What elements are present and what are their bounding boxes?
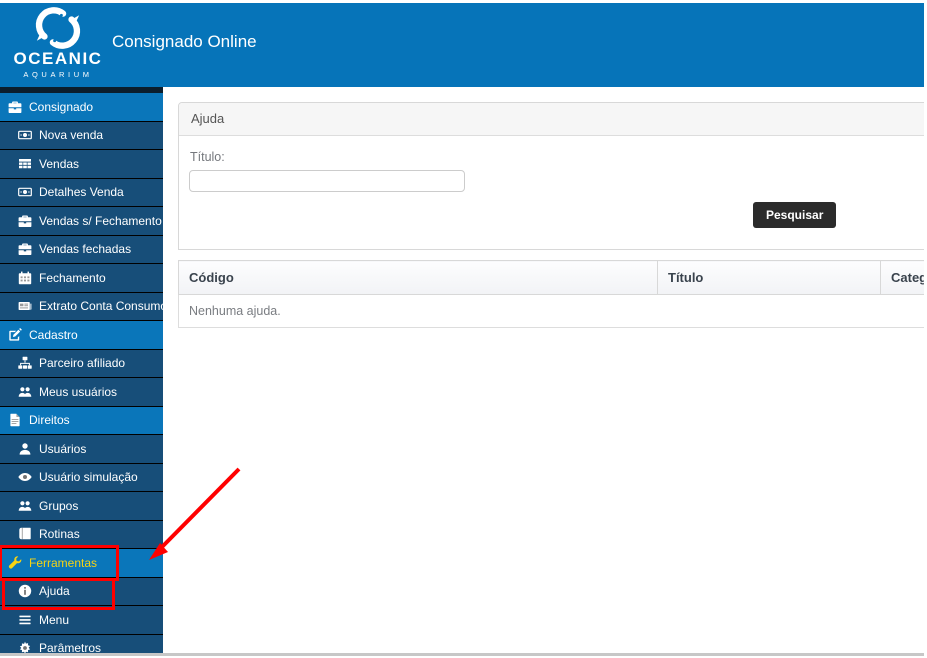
column-header-titulo[interactable]: Título [657, 260, 881, 295]
sidebar-item-label: Grupos [39, 498, 79, 513]
sidebar-item-parceiro-afiliado[interactable]: Parceiro afiliado [0, 349, 163, 378]
empty-row: Nenhuma ajuda. [178, 294, 924, 328]
sidebar-item-label: Direitos [29, 413, 70, 428]
sidebar-item-label: Cadastro [29, 327, 78, 342]
fish-logo-icon [6, 6, 110, 50]
users-icon [18, 499, 32, 513]
app-window: OCEANIC AQUARIUM Consignado Online Consi… [0, 3, 924, 653]
sidebar-item-label: Ajuda [39, 584, 70, 599]
sidebar-item-label: Meus usuários [39, 384, 118, 399]
panel-body: Título: Pesquisar [179, 136, 924, 249]
sidebar-item-label: Detalhes Venda [39, 185, 124, 200]
sidebar-menu: Consignado Nova venda Vendas Detalhes Venda… [0, 87, 167, 653]
sidebar-item-label: Parceiro afiliado [39, 356, 126, 371]
sidebar-item-label: Vendas [39, 156, 80, 171]
logo-name: OCEANIC [13, 49, 103, 68]
sidebar-item-usuario-simulacao[interactable]: Usuário simulação [0, 463, 163, 492]
calendar-icon [18, 271, 32, 285]
sidebar-item-label: Vendas s/ Fechamento [39, 213, 162, 228]
user-icon [18, 442, 32, 456]
sidebar-item-ajuda[interactable]: Ajuda [0, 577, 163, 606]
sidebar-item-detalhes-venda[interactable]: Detalhes Venda [0, 178, 163, 207]
sidebar-item-direitos[interactable]: Direitos [0, 406, 163, 435]
sidebar-item-vendas[interactable]: Vendas [0, 150, 163, 179]
newspaper-icon [18, 299, 32, 313]
main-content: Ajuda Título: Pesquisar Código Título Cate… [163, 87, 924, 653]
help-search-panel: Ajuda Título: Pesquisar [178, 102, 924, 250]
column-header-codigo[interactable]: Código [178, 260, 658, 295]
column-header-categoria[interactable]: Categoria [880, 260, 924, 295]
logo-subname: AQUARIUM [23, 70, 93, 79]
sidebar-item-menu[interactable]: Menu [0, 606, 163, 635]
sidebar-item-extrato-conta-consumo[interactable]: Extrato Conta Consumo [0, 292, 167, 321]
sidebar-item-consignado[interactable]: Consignado [0, 93, 163, 122]
sidebar-item-label: Fechamento [39, 270, 106, 285]
briefcase-icon [18, 214, 32, 228]
money-icon [18, 185, 32, 199]
sidebar-item-meus-usuarios[interactable]: Meus usuários [0, 378, 163, 407]
titulo-label: Título: [190, 150, 225, 164]
info-icon [18, 584, 32, 598]
sidebar-item-label: Usuários [39, 441, 87, 456]
briefcase-icon [18, 242, 32, 256]
sidebar-item-label: Vendas fechadas [39, 242, 132, 257]
page: { "header": { "app_title": "Consignado O… [0, 0, 927, 658]
briefcase-icon [8, 100, 22, 114]
sidebar-item-label: Ferramentas [29, 555, 98, 570]
sidebar-item-label: Parâmetros [39, 641, 102, 653]
sidebar-item-fechamento[interactable]: Fechamento [0, 264, 163, 293]
app-header: OCEANIC AQUARIUM Consignado Online [0, 3, 924, 87]
pesquisar-button[interactable]: Pesquisar [753, 202, 837, 228]
logo: OCEANIC AQUARIUM [6, 4, 110, 79]
sidebar-item-vendas-fechadas[interactable]: Vendas fechadas [0, 235, 163, 264]
sidebar-item-label: Usuário simulação [39, 470, 138, 485]
sidebar-item-usuarios[interactable]: Usuários [0, 435, 163, 464]
edit-icon [8, 327, 22, 342]
sidebar-item-label: Extrato Conta Consumo [39, 299, 168, 314]
table-icon [18, 157, 32, 171]
results-table: CódigoTítuloCategoria Nenhuma ajuda. [178, 260, 924, 328]
sidebar-item-grupos[interactable]: Grupos [0, 492, 163, 521]
book-icon [18, 527, 32, 541]
panel-title: Ajuda [179, 103, 924, 136]
sitemap-icon [18, 356, 32, 370]
wrench-icon [8, 556, 22, 570]
sidebar-item-label: Menu [39, 612, 70, 627]
sidebar-item-parametros[interactable]: Parâmetros [0, 634, 163, 653]
sidebar-item-rotinas[interactable]: Rotinas [0, 520, 163, 549]
users-icon [18, 385, 32, 399]
titulo-input[interactable] [189, 170, 465, 192]
bars-icon [18, 613, 32, 627]
eye-icon [18, 470, 32, 484]
empty-message: Nenhuma ajuda. [178, 294, 924, 328]
page-title: Consignado Online [112, 32, 257, 51]
money-icon [18, 128, 32, 142]
sidebar-item-vendas-s-fechamento[interactable]: Vendas s/ Fechamento [0, 207, 163, 236]
sidebar-item-label: Nova venda [39, 128, 104, 143]
sidebar-item-label: Rotinas [39, 527, 80, 542]
sidebar-item-label: Consignado [29, 99, 94, 114]
gear-icon [18, 641, 32, 653]
sidebar-item-nova-venda[interactable]: Nova venda [0, 121, 163, 150]
sidebar-item-ferramentas[interactable]: Ferramentas [0, 549, 163, 578]
sidebar-item-cadastro[interactable]: Cadastro [0, 321, 163, 350]
file-icon [8, 413, 22, 427]
